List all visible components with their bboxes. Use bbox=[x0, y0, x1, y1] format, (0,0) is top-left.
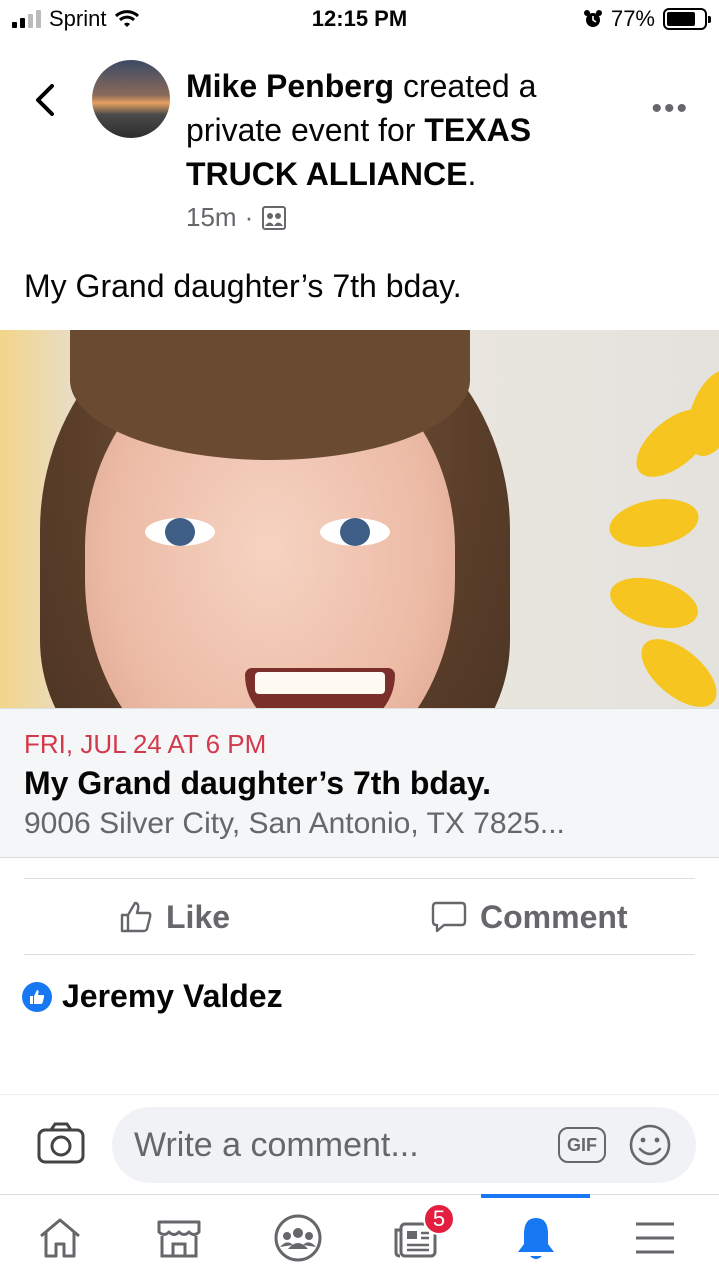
like-button[interactable]: Like bbox=[118, 880, 230, 954]
tab-home[interactable] bbox=[0, 1195, 119, 1279]
status-right: 77% bbox=[583, 6, 711, 32]
tab-notifications[interactable] bbox=[476, 1194, 595, 1279]
post-actions: Like Comment bbox=[0, 880, 719, 954]
back-chevron-icon[interactable] bbox=[30, 80, 60, 120]
event-info-card[interactable]: FRI, JUL 24 AT 6 PM My Grand daughter’s … bbox=[0, 708, 719, 858]
status-bar: Sprint 12:15 PM 77% bbox=[0, 0, 719, 40]
reaction-summary[interactable]: Jeremy Valdez bbox=[22, 978, 283, 1015]
marketplace-icon bbox=[157, 1220, 200, 1257]
post-header: Mike Penberg created a private event for… bbox=[0, 56, 719, 246]
gif-button[interactable]: GIF bbox=[558, 1127, 606, 1163]
group-audience-icon bbox=[262, 205, 287, 230]
comment-box[interactable]: GIF bbox=[112, 1107, 696, 1183]
comment-composer: GIF bbox=[0, 1094, 719, 1194]
photo-mouth bbox=[245, 668, 395, 708]
notification-count-badge: 5 bbox=[423, 1203, 455, 1235]
photo-eye-left bbox=[145, 518, 215, 546]
comment-bubble-icon bbox=[431, 901, 467, 933]
more-options-icon[interactable]: ••• bbox=[651, 92, 689, 126]
author-name[interactable]: Mike Penberg bbox=[186, 68, 394, 104]
event-title: My Grand daughter’s 7th bday. bbox=[24, 765, 492, 801]
emoji-icon[interactable] bbox=[628, 1123, 672, 1167]
thumbs-up-icon bbox=[120, 901, 152, 933]
bell-icon bbox=[517, 1217, 554, 1259]
battery-percent: 77% bbox=[610, 6, 655, 31]
like-label: Like bbox=[166, 898, 231, 935]
bottom-tab-bar: 5 bbox=[0, 1194, 719, 1279]
reactor-name: Jeremy Valdez bbox=[62, 978, 283, 1014]
avatar[interactable] bbox=[92, 60, 170, 138]
battery-fill bbox=[667, 12, 695, 26]
tab-marketplace[interactable] bbox=[119, 1195, 238, 1279]
alarm-icon bbox=[583, 10, 602, 27]
photo-eye-right bbox=[320, 518, 390, 546]
event-date: FRI, JUL 24 AT 6 PM bbox=[24, 729, 267, 759]
comment-label: Comment bbox=[480, 898, 628, 935]
post-timestamp[interactable]: 15m bbox=[186, 202, 237, 233]
tab-menu[interactable] bbox=[595, 1195, 714, 1279]
comment-button[interactable]: Comment bbox=[430, 880, 628, 954]
event-cover-photo[interactable] bbox=[0, 330, 719, 708]
like-reaction-icon bbox=[22, 981, 52, 1012]
headline-period: . bbox=[467, 156, 477, 192]
post-headline: Mike Penberg created a private event for… bbox=[186, 64, 606, 196]
home-icon bbox=[39, 1218, 80, 1257]
tab-groups[interactable] bbox=[238, 1195, 357, 1279]
photo-sunflower bbox=[604, 362, 719, 708]
battery-icon bbox=[663, 8, 711, 30]
comment-input[interactable] bbox=[134, 1107, 534, 1183]
tab-news[interactable]: 5 bbox=[357, 1195, 476, 1279]
hamburger-menu-icon bbox=[635, 1222, 674, 1253]
event-address: 9006 Silver City, San Antonio, TX 7825..… bbox=[24, 807, 565, 840]
divider-top bbox=[24, 878, 695, 879]
camera-icon[interactable] bbox=[36, 1121, 86, 1165]
post-meta: 15m · bbox=[186, 202, 287, 233]
post-body: My Grand daughter’s 7th bday. bbox=[24, 268, 462, 304]
divider-bottom bbox=[24, 954, 695, 955]
groups-icon bbox=[274, 1214, 321, 1261]
meta-separator: · bbox=[244, 202, 254, 232]
